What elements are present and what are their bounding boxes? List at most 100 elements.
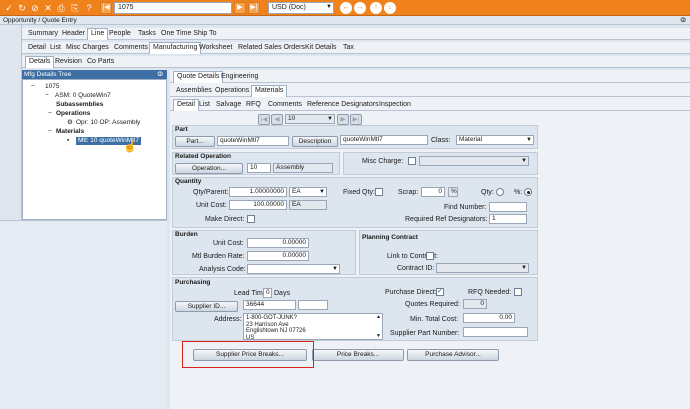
- misc-charge-select[interactable]: ▼: [419, 156, 529, 166]
- tab-mtl-list[interactable]: List: [196, 99, 213, 111]
- tab-co-parts[interactable]: Co Parts: [84, 56, 117, 68]
- tree-node-subassemblies[interactable]: Subassemblies: [56, 101, 103, 109]
- find-number-field[interactable]: [489, 202, 527, 212]
- tab-materials[interactable]: Materials: [251, 85, 288, 97]
- unit-cost-field[interactable]: 100.00000: [229, 200, 287, 210]
- price-breaks-button[interactable]: Price Breaks...: [312, 349, 404, 361]
- lead-time-field[interactable]: 0: [263, 288, 272, 298]
- tree-node-materials[interactable]: Materials: [56, 128, 84, 136]
- collapse-icon[interactable]: −: [45, 92, 49, 100]
- misc-charge-checkbox[interactable]: [408, 157, 416, 165]
- link-contract-checkbox[interactable]: [426, 252, 434, 260]
- tab-rfq[interactable]: RFQ: [243, 99, 264, 111]
- part-field[interactable]: quoteWinMtl7: [217, 136, 289, 146]
- back-icon[interactable]: ←: [340, 2, 352, 14]
- tab-assemblies[interactable]: Assemblies: [173, 85, 215, 97]
- tab-tax[interactable]: Tax: [340, 42, 357, 54]
- scrap-field[interactable]: 0: [421, 187, 445, 197]
- forward-icon[interactable]: →: [354, 2, 366, 14]
- tab-worksheet[interactable]: Worksheet: [196, 42, 235, 54]
- tab-line-list[interactable]: List: [47, 42, 64, 54]
- print-icon[interactable]: ⎙: [56, 3, 66, 13]
- record-field[interactable]: 1075: [114, 2, 232, 14]
- tab-inspection[interactable]: Inspection: [376, 99, 414, 111]
- tab-misc-charges[interactable]: Misc Charges: [63, 42, 112, 54]
- scroll-up-icon[interactable]: ▲: [376, 314, 381, 321]
- operation-button[interactable]: Operation...: [175, 163, 243, 174]
- supplier-name-field[interactable]: [298, 300, 328, 310]
- qty-parent-field[interactable]: 1.00000000: [229, 187, 287, 197]
- first-record-button[interactable]: |◀: [100, 2, 112, 14]
- tab-tasks[interactable]: Tasks: [135, 28, 159, 40]
- part-button[interactable]: Part...: [175, 136, 215, 147]
- collapse-icon[interactable]: −: [48, 110, 52, 118]
- purchase-advisor-button[interactable]: Purchase Advisor...: [407, 349, 499, 361]
- min-total-cost-field[interactable]: 0.00: [463, 313, 515, 323]
- tab-engineering[interactable]: Engineering: [218, 71, 261, 83]
- contract-id-select[interactable]: ▼: [436, 263, 529, 273]
- description-button[interactable]: Description: [292, 136, 338, 147]
- tab-related-sales-orders[interactable]: Related Sales Orders: [235, 42, 308, 54]
- main-toolbar: ✓ ↻ ⊘ ✕ ⎙ ⎘ ? |◀ 1075 ▶ ▶| USD (Doc) ▼ ← …: [0, 0, 690, 16]
- burden-unit-cost-field[interactable]: 0.00000: [247, 238, 309, 248]
- up-icon[interactable]: ↑: [370, 2, 382, 14]
- supplier-id-button[interactable]: Supplier ID...: [175, 301, 238, 312]
- make-direct-checkbox[interactable]: [247, 215, 255, 223]
- tree-node-assembly[interactable]: ASM: 0 QuoteWin7: [55, 92, 111, 100]
- tab-header[interactable]: Header: [59, 28, 88, 40]
- nav-record-select[interactable]: 10 ▼: [285, 114, 335, 124]
- pin-icon[interactable]: ⵀ: [680, 16, 686, 25]
- scroll-down-icon[interactable]: ▼: [376, 333, 381, 340]
- address-box[interactable]: 1-800-GOT-JUNK? 23 Harrison Ave Englisht…: [243, 313, 383, 340]
- currency-select[interactable]: USD (Doc) ▼: [268, 2, 334, 14]
- ref-designators-field[interactable]: 1: [489, 214, 527, 224]
- burden-rate-field[interactable]: 0.00000: [247, 251, 309, 261]
- nav-next-button[interactable]: ▶: [337, 114, 349, 125]
- last-record-button[interactable]: ▶|: [248, 2, 260, 14]
- attach-icon[interactable]: ⎘: [70, 3, 80, 13]
- scrap-percent-radio[interactable]: [524, 188, 532, 196]
- operation-number-field[interactable]: 10: [247, 163, 271, 173]
- tab-salvage[interactable]: Salvage: [213, 99, 244, 111]
- nav-last-button[interactable]: ▶|: [350, 114, 362, 125]
- tab-manufacturing[interactable]: Manufacturing: [149, 42, 202, 54]
- tab-kit-details[interactable]: Kit Details: [302, 42, 340, 54]
- pin-icon[interactable]: ⵀ: [157, 70, 163, 79]
- clear-icon[interactable]: ⊘: [30, 3, 40, 13]
- rfq-needed-checkbox[interactable]: [514, 288, 522, 296]
- tab-operations[interactable]: Operations: [212, 85, 252, 97]
- tab-reference-designators[interactable]: Reference Designators: [304, 99, 382, 111]
- analysis-code-select[interactable]: ▼: [247, 264, 340, 274]
- save-icon[interactable]: ✓: [4, 3, 14, 13]
- qty-uom-select[interactable]: EA ▼: [289, 187, 327, 197]
- scrap-qty-radio[interactable]: [496, 188, 504, 196]
- supplier-part-field[interactable]: [463, 327, 528, 337]
- fixed-qty-checkbox[interactable]: [375, 188, 383, 196]
- chevron-down-icon: ▼: [332, 266, 338, 272]
- tab-one-time-ship-to[interactable]: One Time Ship To: [158, 28, 220, 40]
- down-icon[interactable]: ↓: [384, 2, 396, 14]
- tab-revision[interactable]: Revision: [52, 56, 85, 68]
- refresh-icon[interactable]: ↻: [17, 3, 27, 13]
- class-select[interactable]: Material ▼: [456, 135, 534, 145]
- nav-first-button[interactable]: |◀: [258, 114, 270, 125]
- tab-quote-details[interactable]: Quote Details: [173, 71, 224, 83]
- tree-node-operation-10[interactable]: Opr: 10 OP: Assembly: [76, 119, 140, 127]
- tab-people[interactable]: People: [106, 28, 134, 40]
- tab-summary[interactable]: Summary: [25, 28, 61, 40]
- nav-prev-button[interactable]: ◀: [271, 114, 283, 125]
- next-record-button[interactable]: ▶: [234, 2, 246, 14]
- tree-node-quote[interactable]: 1075: [45, 83, 59, 91]
- tree-node-operations[interactable]: Operations: [56, 110, 90, 118]
- tab-line-detail[interactable]: Detail: [25, 42, 49, 54]
- delete-icon[interactable]: ✕: [43, 3, 53, 13]
- description-field[interactable]: quoteWinMtl7: [340, 135, 428, 145]
- tab-comments[interactable]: Comments: [111, 42, 151, 54]
- help-icon[interactable]: ?: [84, 3, 94, 13]
- tab-mtl-comments[interactable]: Comments: [265, 99, 305, 111]
- purchase-direct-checkbox[interactable]: [436, 287, 444, 296]
- collapse-icon[interactable]: −: [48, 128, 52, 136]
- supplier-id-field[interactable]: 36644: [243, 300, 296, 310]
- tab-mfg-details[interactable]: Details: [25, 56, 55, 68]
- collapse-icon[interactable]: −: [31, 83, 35, 91]
